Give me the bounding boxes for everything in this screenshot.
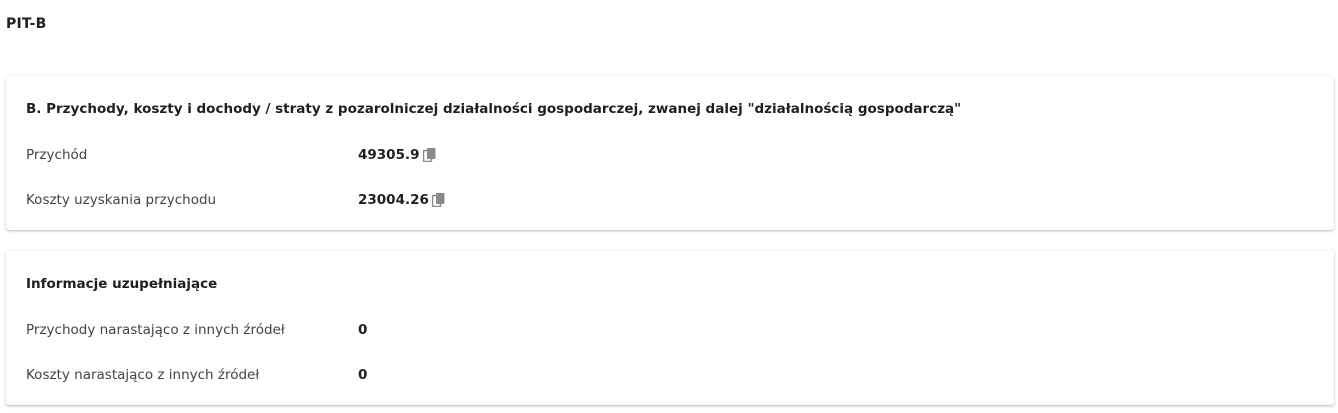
field-value: 23004.26 (358, 192, 429, 208)
field-row-costs: Koszty uzyskania przychodu 23004.26 (26, 190, 1314, 210)
field-label: Koszty uzyskania przychodu (26, 192, 217, 208)
field-label: Koszty narastająco z innych źródeł (26, 367, 260, 383)
field-row-other-revenue: Przychody narastająco z innych źródeł 0 (26, 320, 1314, 340)
page: PIT-B B. Przychody, koszty i dochody / s… (0, 0, 1338, 413)
field-value: 49305.9 (358, 147, 420, 163)
supplementary-card: Informacje uzupełniające Przychody naras… (6, 251, 1334, 405)
field-value: 0 (358, 367, 368, 383)
field-row-revenue: Przychód 49305.9 (26, 145, 1314, 165)
supplementary-title: Informacje uzupełniające (26, 276, 218, 292)
field-row-other-costs: Koszty narastająco z innych źródeł 0 (26, 365, 1314, 385)
copy-icon[interactable] (423, 147, 437, 163)
page-title: PIT-B (6, 16, 47, 32)
field-value: 0 (358, 322, 368, 338)
field-label: Przychody narastająco z innych źródeł (26, 322, 285, 338)
copy-icon[interactable] (432, 192, 446, 208)
field-label: Przychód (26, 147, 88, 163)
section-b-title: B. Przychody, koszty i dochody / straty … (26, 101, 962, 117)
section-b-card: B. Przychody, koszty i dochody / straty … (6, 76, 1334, 230)
